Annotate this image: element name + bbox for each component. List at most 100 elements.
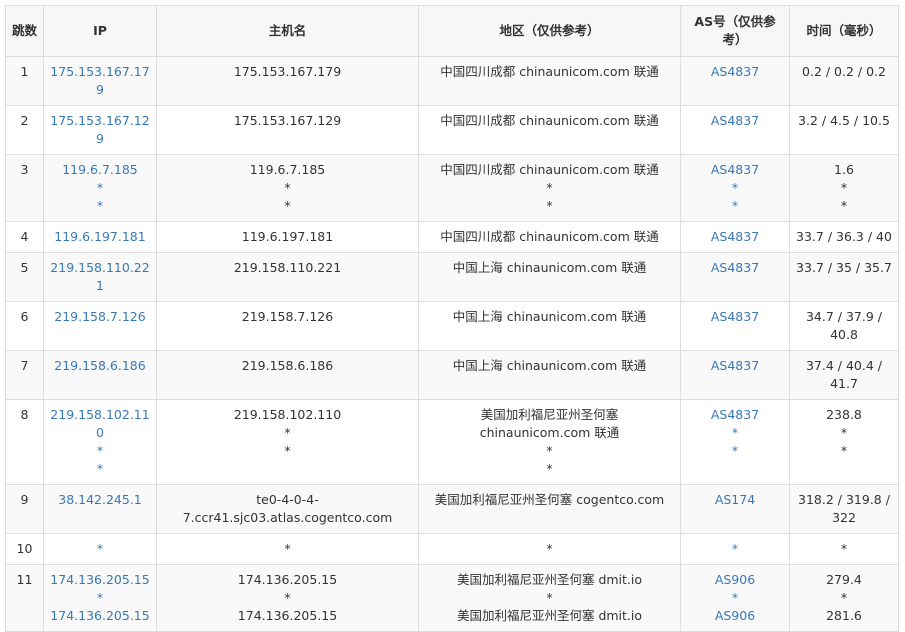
hostname-cell-line: 175.153.167.129 (233, 113, 342, 128)
region-cell: 中国上海 chinaunicom.com 联通 (418, 252, 681, 302)
ip-cell: 119.6.197.181 (43, 221, 157, 253)
ip-link[interactable]: 119.6.197.181 (50, 228, 150, 246)
region-cell-line: * (546, 198, 553, 213)
hop-cell: 3 (5, 154, 44, 222)
time-cell-line: 34.7 / 37.9 / 40.8 (805, 309, 882, 342)
region-cell-line: 中国四川成都 chinaunicom.com 联通 (440, 162, 659, 177)
region-cell-line: * (546, 461, 553, 476)
ip-link[interactable]: 219.158.102.110 (50, 406, 150, 442)
as-link[interactable]: AS4837 (687, 259, 783, 277)
region-cell: 中国上海 chinaunicom.com 联通 (418, 301, 681, 351)
time-cell-line: * (840, 590, 848, 605)
ip-link[interactable]: 175.153.167.129 (50, 112, 150, 148)
ip-cell: 219.158.7.126 (43, 301, 157, 351)
traceroute-table: 跳数 IP 主机名 地区（仅供参考） AS号（仅供参考） 时间（毫秒） 1 175… (5, 5, 899, 632)
ip-link[interactable]: 119.6.7.185 (50, 161, 150, 179)
ip-cell: 174.136.205.15 * 174.136.205.15 (43, 564, 157, 632)
hostname-cell: 119.6.197.181 (156, 221, 419, 253)
time-cell-line: * (840, 443, 848, 458)
hostname-cell: 219.158.110.221 (156, 252, 419, 302)
header-hop: 跳数 (5, 5, 44, 57)
hostname-cell-line: * (284, 590, 291, 605)
as-link[interactable]: AS4837 (687, 228, 783, 246)
region-cell-line: 中国四川成都 chinaunicom.com 联通 (440, 113, 659, 128)
as-link[interactable]: AS4837 (687, 357, 783, 375)
table-row: 3 119.6.7.185 * * 119.6.7.185 * * 中国四川成都 chinau… (5, 154, 899, 222)
time-cell: 238.8 * * (789, 399, 899, 485)
hop-cell: 9 (5, 484, 44, 534)
time-cell-line: 33.7 / 36.3 / 40 (796, 229, 892, 244)
header-ip: IP (43, 5, 157, 57)
as-link[interactable]: AS4837 (687, 63, 783, 81)
as-cell: AS4837 (680, 56, 790, 106)
ip-link[interactable]: 175.153.167.179 (50, 63, 150, 99)
time-cell-line: 33.7 / 35 / 35.7 (796, 260, 892, 275)
as-cell-line: * (731, 590, 739, 605)
region-cell-line: 美国加利福尼亚州圣何塞 chinaunicom.com 联通 (479, 407, 620, 440)
time-cell: 1.6 * * (789, 154, 899, 222)
ip-cell-line: * (96, 590, 104, 605)
ip-cell-line: * (96, 541, 104, 556)
hostname-cell-line: 219.158.6.186 (241, 358, 334, 373)
ip-link[interactable]: 219.158.7.126 (50, 308, 150, 326)
hostname-cell-line: 119.6.197.181 (241, 229, 334, 244)
hostname-cell-line: 174.136.205.15 (237, 608, 338, 623)
region-cell-line: 中国上海 chinaunicom.com 联通 (452, 260, 647, 275)
time-cell-line: 238.8 (826, 407, 862, 422)
as-cell: AS906 * AS906 (680, 564, 790, 632)
ip-link[interactable]: 219.158.6.186 (50, 357, 150, 375)
as-link[interactable]: AS906 (687, 607, 783, 625)
hop-cell: 5 (5, 252, 44, 302)
ip-link[interactable]: 174.136.205.15 (50, 571, 150, 589)
time-cell: 318.2 / 319.8 / 322 (789, 484, 899, 534)
hop-cell: 1 (5, 56, 44, 106)
as-link[interactable]: AS906 (687, 571, 783, 589)
as-cell-line: * (731, 180, 739, 195)
region-cell: 中国四川成都 chinaunicom.com 联通 (418, 56, 681, 106)
hop-cell: 2 (5, 105, 44, 155)
as-link[interactable]: AS4837 (687, 308, 783, 326)
hostname-cell-line: * (284, 180, 291, 195)
ip-link[interactable]: 38.142.245.1 (50, 491, 150, 509)
table-row: 11 174.136.205.15 * 174.136.205.15 174.136.2… (5, 564, 899, 632)
ip-cell: 38.142.245.1 (43, 484, 157, 534)
as-link[interactable]: AS4837 (687, 406, 783, 424)
as-link[interactable]: AS4837 (687, 161, 783, 179)
ip-link[interactable]: 174.136.205.15 (50, 607, 150, 625)
region-cell: 美国加利福尼亚州圣何塞 chinaunicom.com 联通 * * (418, 399, 681, 485)
hostname-cell: 219.158.7.126 (156, 301, 419, 351)
time-cell: 3.2 / 4.5 / 10.5 (789, 105, 899, 155)
as-cell-line: * (731, 425, 739, 440)
hop-cell: 8 (5, 399, 44, 485)
region-cell: 美国加利福尼亚州圣何塞 dmit.io * 美国加利福尼亚州圣何塞 dmit.io (418, 564, 681, 632)
ip-cell: 219.158.110.221 (43, 252, 157, 302)
region-cell-line: 美国加利福尼亚州圣何塞 cogentco.com (434, 492, 665, 507)
hop-cell: 10 (5, 533, 44, 565)
time-cell: 37.4 / 40.4 / 41.7 (789, 350, 899, 400)
as-cell-line: * (731, 443, 739, 458)
hostname-cell-line: * (284, 198, 291, 213)
hop-cell: 11 (5, 564, 44, 632)
hostname-cell-line: 119.6.7.185 (249, 162, 326, 177)
time-cell-line: 3.2 / 4.5 / 10.5 (798, 113, 890, 128)
time-cell-line: 281.6 (826, 608, 862, 623)
table-row: 1 175.153.167.179 175.153.167.179 中国四川成都 ch… (5, 56, 899, 106)
region-cell-line: 美国加利福尼亚州圣何塞 dmit.io (456, 572, 643, 587)
hostname-cell-line: * (284, 425, 291, 440)
table-header-row: 跳数 IP 主机名 地区（仅供参考） AS号（仅供参考） 时间（毫秒） (5, 5, 899, 57)
time-cell: * (789, 533, 899, 565)
as-link[interactable]: AS4837 (687, 112, 783, 130)
time-cell-line: 279.4 (826, 572, 862, 587)
ip-link[interactable]: 219.158.110.221 (50, 259, 150, 295)
hostname-cell: 219.158.102.110 * * (156, 399, 419, 485)
region-cell-line: 中国上海 chinaunicom.com 联通 (452, 309, 647, 324)
as-link[interactable]: AS174 (687, 491, 783, 509)
as-cell: AS4837 * * (680, 154, 790, 222)
ip-cell: 219.158.6.186 (43, 350, 157, 400)
ip-cell: 175.153.167.129 (43, 105, 157, 155)
time-cell-line: * (840, 180, 848, 195)
time-cell: 34.7 / 37.9 / 40.8 (789, 301, 899, 351)
time-cell-line: 318.2 / 319.8 / 322 (798, 492, 890, 525)
region-cell: 中国上海 chinaunicom.com 联通 (418, 350, 681, 400)
table-row: 9 38.142.245.1 te0-4-0-4-7.ccr41.sjc03.atl… (5, 484, 899, 534)
